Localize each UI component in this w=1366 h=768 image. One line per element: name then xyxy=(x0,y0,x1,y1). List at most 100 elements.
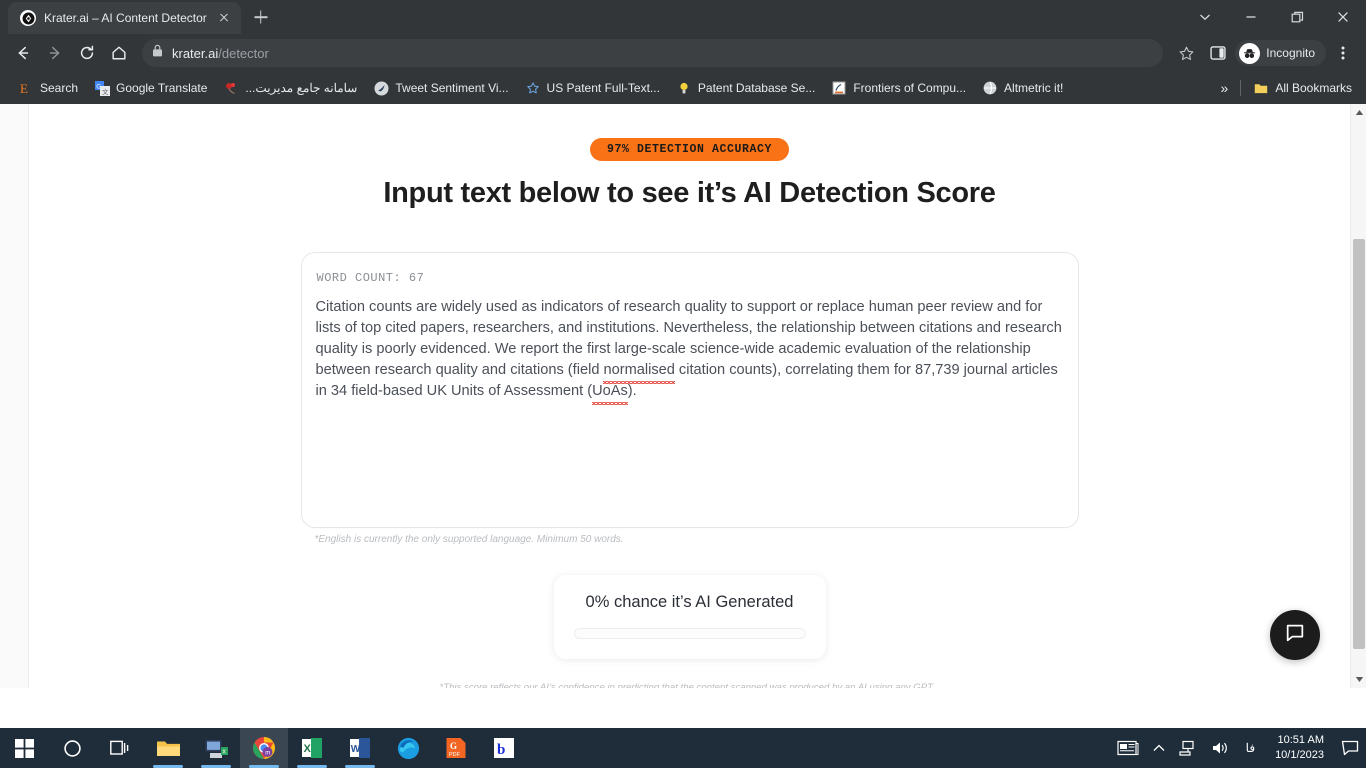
file-explorer-icon[interactable] xyxy=(144,728,192,768)
notification-icon[interactable] xyxy=(1334,728,1366,768)
network-icon[interactable] xyxy=(1172,728,1204,768)
text-segment-3: ). xyxy=(627,383,637,399)
svg-text:X: X xyxy=(304,743,312,755)
google-translate-icon: G文 xyxy=(94,80,110,96)
page-title: Input text below to see it’s AI Detectio… xyxy=(383,177,996,209)
incognito-avatar-icon xyxy=(1239,42,1261,64)
score-progress-bar xyxy=(573,628,806,639)
clock[interactable]: 10:51 AM 10/1/2023 xyxy=(1265,728,1334,768)
google-chrome-icon[interactable]: m xyxy=(240,728,288,768)
bird-icon xyxy=(373,80,389,96)
bookmarks-overflow-button[interactable]: » xyxy=(1213,80,1237,96)
badge-container: 97% DETECTION ACCURACY xyxy=(29,104,1350,161)
page-scrollbar[interactable] xyxy=(1350,104,1366,688)
bookmark-star-icon[interactable] xyxy=(1171,38,1201,68)
bookmark-label: Search xyxy=(40,81,79,95)
forward-button[interactable] xyxy=(40,38,70,68)
bookmark-label: US Patent Full-Text... xyxy=(546,81,660,95)
bookmarks-divider xyxy=(1240,80,1242,96)
close-icon[interactable] xyxy=(215,9,233,27)
new-tab-button[interactable] xyxy=(247,3,275,31)
pdf-app-icon[interactable]: G PDF xyxy=(432,728,480,768)
bookmark-item[interactable]: G文 Google Translate xyxy=(86,76,215,100)
scroll-up-icon[interactable] xyxy=(1351,104,1366,121)
bookmark-item[interactable]: Frontiers of Compu... xyxy=(823,76,974,100)
maximize-button[interactable] xyxy=(1274,0,1320,34)
tab-strip: Krater.ai – AI Content Detector xyxy=(0,0,1366,34)
page-content: 97% DETECTION ACCURACY Input text below … xyxy=(28,104,1350,688)
all-bookmarks-button[interactable]: All Bookmarks xyxy=(1245,76,1360,100)
bookmark-item[interactable]: Tweet Sentiment Vi... xyxy=(365,76,516,100)
url-domain: krater.ai xyxy=(172,45,219,61)
journal-icon xyxy=(831,80,847,96)
bookmarks-bar: E Search G文 Google Translate سامانه جامع… xyxy=(0,72,1366,104)
side-panel-icon[interactable] xyxy=(1203,38,1233,68)
browser-window: Krater.ai – AI Content Detector krater.a… xyxy=(0,0,1366,728)
red-flower-icon xyxy=(223,80,239,96)
bookmark-item[interactable]: سامانه جامع مدیریت... xyxy=(215,76,365,100)
microsoft-edge-icon[interactable] xyxy=(384,728,432,768)
microsoft-excel-icon[interactable]: X xyxy=(288,728,336,768)
tab-title: Krater.ai – AI Content Detector xyxy=(44,11,207,25)
bookmark-item[interactable]: Altmetric it! xyxy=(974,76,1071,100)
endnote-icon: E xyxy=(18,80,34,96)
text-input-content[interactable]: Citation counts are widely used as indic… xyxy=(316,297,1064,405)
bulb-icon xyxy=(676,80,692,96)
score-title: 0% chance it’s AI Generated xyxy=(585,593,794,611)
svg-text:G: G xyxy=(450,741,457,751)
bookmark-label: سامانه جامع مدیریت... xyxy=(245,81,358,95)
text-input-card[interactable]: WORD COUNT: 67 Citation counts are widel… xyxy=(300,252,1079,528)
remote-desktop-icon[interactable]: x xyxy=(192,728,240,768)
misspelled-word: UoAs xyxy=(592,381,628,405)
star-icon xyxy=(525,80,541,96)
incognito-profile-button[interactable]: Incognito xyxy=(1235,40,1326,66)
window-controls xyxy=(1182,0,1366,34)
news-weather-icon[interactable] xyxy=(1110,728,1146,768)
incognito-label: Incognito xyxy=(1266,46,1315,60)
volume-icon[interactable] xyxy=(1204,728,1236,768)
chevron-down-icon[interactable] xyxy=(1182,0,1228,34)
browser-toolbar: krater.ai/detector Incognito xyxy=(0,34,1366,72)
score-card: 0% chance it’s AI Generated xyxy=(553,575,826,659)
browser-tab[interactable]: Krater.ai – AI Content Detector xyxy=(8,2,241,34)
bookmark-label: Google Translate xyxy=(116,81,208,95)
bookmark-item[interactable]: Patent Database Se... xyxy=(668,76,823,100)
b-app-icon[interactable]: b xyxy=(480,728,528,768)
address-bar[interactable]: krater.ai/detector xyxy=(142,39,1164,67)
disclaimer-primary: *This score reflects our AI’s confidence… xyxy=(439,682,933,688)
reload-button[interactable] xyxy=(72,38,102,68)
search-circle-icon[interactable] xyxy=(48,728,96,768)
task-view-icon[interactable] xyxy=(96,728,144,768)
svg-text:x: x xyxy=(222,748,226,755)
bookmark-item[interactable]: E Search xyxy=(10,76,86,100)
krater-logo-icon xyxy=(20,10,36,26)
chrome-menu-icon[interactable] xyxy=(1328,38,1358,68)
all-bookmarks-label: All Bookmarks xyxy=(1275,81,1352,95)
misspelled-word: normalised xyxy=(603,360,676,384)
scroll-down-icon[interactable] xyxy=(1351,671,1366,688)
url-text: krater.ai/detector xyxy=(172,46,269,61)
language-indicator[interactable]: فا xyxy=(1236,741,1265,755)
svg-text:b: b xyxy=(497,742,505,758)
close-window-button[interactable] xyxy=(1320,0,1366,34)
scrollbar-thumb[interactable] xyxy=(1353,239,1365,649)
minimize-button[interactable] xyxy=(1228,0,1274,34)
page-viewport: 97% DETECTION ACCURACY Input text below … xyxy=(0,104,1366,688)
start-button[interactable] xyxy=(0,728,48,768)
bookmark-label: Patent Database Se... xyxy=(697,81,816,95)
bookmark-label: Altmetric it! xyxy=(1004,81,1064,95)
microsoft-word-icon[interactable]: W xyxy=(336,728,384,768)
word-count-value: 67 xyxy=(408,271,425,285)
bookmark-label: Frontiers of Compu... xyxy=(853,81,967,95)
detection-accuracy-badge: 97% DETECTION ACCURACY xyxy=(589,138,790,161)
show-hidden-icons-chevron[interactable] xyxy=(1146,728,1172,768)
altmetric-icon xyxy=(982,80,998,96)
back-button[interactable] xyxy=(8,38,38,68)
svg-text:PDF: PDF xyxy=(449,752,461,758)
svg-text:m: m xyxy=(265,750,270,756)
home-button[interactable] xyxy=(104,38,134,68)
bookmark-item[interactable]: US Patent Full-Text... xyxy=(517,76,668,100)
chat-widget-button[interactable] xyxy=(1270,610,1320,660)
lock-icon xyxy=(152,44,163,62)
chat-bubble-icon xyxy=(1284,622,1306,649)
